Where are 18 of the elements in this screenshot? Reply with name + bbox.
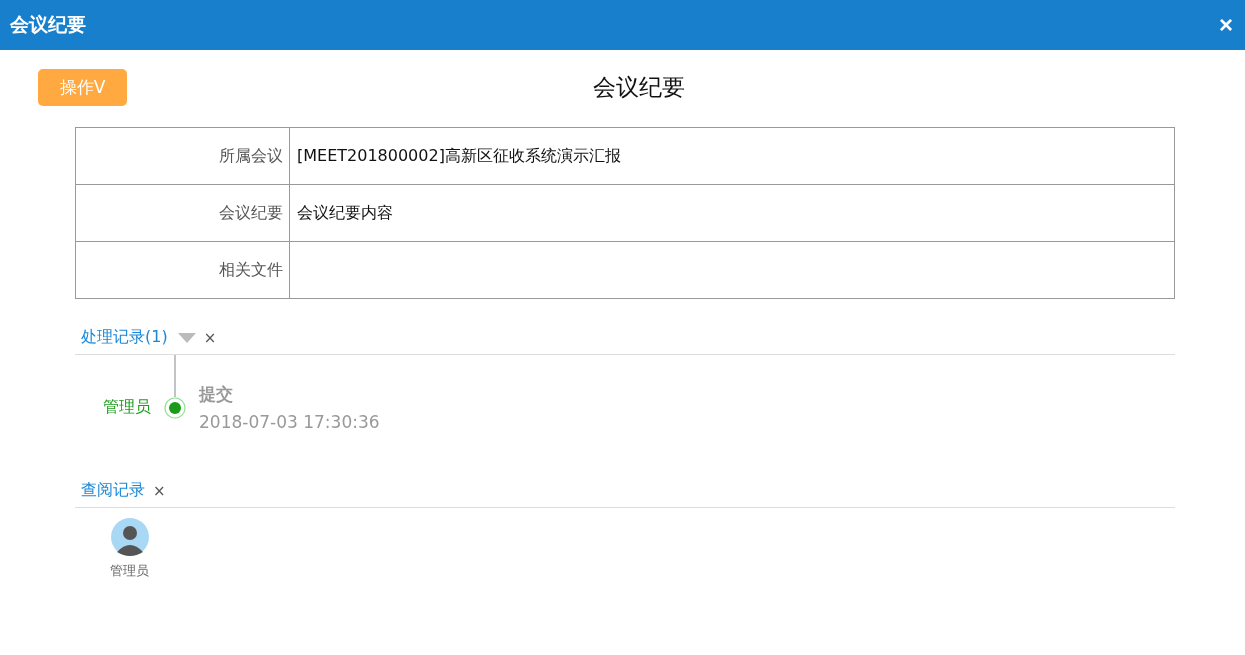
avatar-icon xyxy=(110,518,149,556)
timestamp: 2018-07-03 17:30:36 xyxy=(199,412,380,432)
page-title: 会议纪要 xyxy=(593,73,685,102)
action-label: 提交 xyxy=(199,383,234,406)
field-label: 所属会议 xyxy=(75,127,290,185)
field-label: 会议纪要 xyxy=(75,184,290,242)
field-value: 会议纪要内容 xyxy=(289,184,1175,242)
viewer-name: 管理员 xyxy=(110,562,149,580)
field-value: [MEET201800002]高新区征收系统演示汇报 xyxy=(289,127,1175,185)
view-log-tab[interactable]: 查阅记录 xyxy=(81,480,145,501)
user-name: 管理员 xyxy=(102,397,151,418)
caret-icon[interactable] xyxy=(177,332,196,343)
close-icon[interactable]: × xyxy=(203,328,217,347)
window-title: 会议纪要 xyxy=(10,12,86,37)
close-button[interactable]: × xyxy=(1215,11,1237,39)
field-label: 相关文件 xyxy=(75,241,290,299)
process-log-tab[interactable]: 处理记录(1) xyxy=(81,327,168,348)
close-icon[interactable]: × xyxy=(153,481,166,500)
